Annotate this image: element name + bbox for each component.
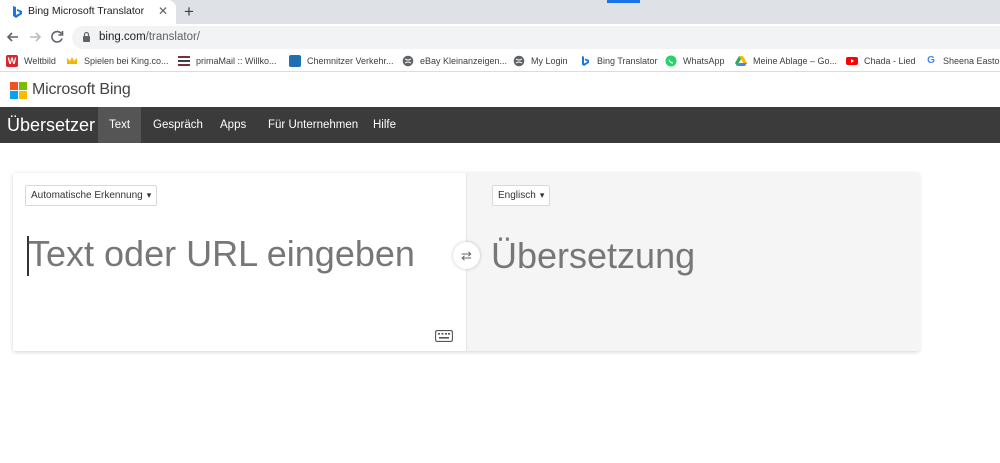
google-icon: G [927,55,935,66]
bookmark-label: eBay Kleinanzeigen... [420,56,508,66]
bookmark-label: WhatsApp [683,56,725,66]
bookmark-label: My Login [531,56,568,66]
source-language-value: Automatische Erkennung [31,190,143,201]
tab-strip: Bing Microsoft Translator ✕ + [0,0,1000,24]
bookmark-ebay[interactable]: eBay Kleinanzeigen... [402,54,507,68]
bookmark-label: Meine Ablage – Go... [753,56,838,66]
brand-name[interactable]: Microsoft Bing [32,81,131,99]
google-drive-icon [735,56,747,66]
globe-icon [513,55,525,67]
translator-card: Automatische Erkennung ▾ Text oder URL ei… [13,173,920,351]
translation-output: Übersetzung [491,235,696,276]
bookmark-google-drive[interactable]: Meine Ablage – Go... [735,54,837,68]
bookmark-my-login[interactable]: My Login [513,54,568,68]
bing-icon [582,56,589,66]
keyboard-icon[interactable] [435,330,453,342]
bookmark-whatsapp[interactable]: WhatsApp [665,54,725,68]
new-tab-button[interactable]: + [184,2,194,22]
bookmark-chada[interactable]: Chada - Lied [846,54,916,68]
bookmarks-bar: W Weltbild Spielen bei King.co... primaM… [0,51,1000,72]
nav-item-conversation[interactable]: Gespräch [142,107,214,143]
tab-close-icon[interactable]: ✕ [158,4,168,18]
nav-item-help[interactable]: Hilfe [362,107,407,143]
target-pane: Englisch ▾ Übersetzung [466,173,920,351]
cvag-icon [289,55,301,67]
nav-item-business[interactable]: Für Unternehmen [257,107,369,143]
bookmark-label: Chemnitzer Verkehr... [307,56,394,66]
back-arrow-icon[interactable] [3,27,23,47]
primamail-icon [178,56,190,66]
chevron-down-icon: ▾ [146,190,152,200]
bing-favicon-icon [13,6,22,18]
url-text: bing.com/translator/ [99,31,200,43]
bookmark-primamail[interactable]: primaMail :: Willko... [178,54,277,68]
bookmark-label: primaMail :: Willko... [196,56,277,66]
lock-icon [83,31,90,42]
bookmark-label: Spielen bei King.co... [84,56,169,66]
tab-strip-indicator [607,0,640,3]
page-title[interactable]: Übersetzer [7,115,95,136]
forward-arrow-icon[interactable] [25,27,45,47]
bookmark-sheena[interactable]: G Sheena Easton [925,54,1000,68]
swap-icon: ⇄ [461,248,472,263]
weltbild-icon: W [6,55,18,67]
microsoft-logo-icon[interactable] [10,82,27,99]
source-pane: Automatische Erkennung ▾ Text oder URL ei… [13,173,466,351]
browser-tab[interactable]: Bing Microsoft Translator ✕ [0,0,176,24]
youtube-icon [846,57,858,65]
bookmark-label: Weltbild [24,56,56,66]
globe-icon [402,55,414,67]
target-language-select[interactable]: Englisch ▾ [492,185,551,206]
king-crown-icon [67,57,77,64]
tab-title: Bing Microsoft Translator [28,5,145,17]
bookmark-label: Bing Translator [597,56,658,66]
bookmark-label: Sheena Easton [943,56,1000,66]
bing-header: Microsoft Bing [0,72,1000,107]
bookmark-label: Chada - Lied [864,56,916,66]
bookmark-bing-translator[interactable]: Bing Translator [579,54,658,68]
address-bar[interactable]: bing.com/translator/ [72,26,1000,49]
nav-item-text[interactable]: Text [98,107,142,143]
whatsapp-icon [665,55,677,67]
translator-nav: Übersetzer Text Gespräch Apps Für Untern… [0,107,1000,143]
source-language-select[interactable]: Automatische Erkennung ▾ [25,185,158,206]
bookmark-weltbild[interactable]: W Weltbild [6,54,56,68]
bookmark-chemnitzer[interactable]: Chemnitzer Verkehr... [289,54,394,68]
browser-toolbar: bing.com/translator/ [0,24,1000,51]
source-text-input[interactable]: Text oder URL eingeben [28,233,415,275]
chevron-down-icon: ▾ [539,190,545,200]
reload-icon[interactable] [47,27,67,47]
target-language-value: Englisch [498,190,536,201]
swap-languages-button[interactable]: ⇄ [453,242,480,269]
nav-item-apps[interactable]: Apps [209,107,257,143]
bookmark-king[interactable]: Spielen bei King.co... [66,54,169,68]
